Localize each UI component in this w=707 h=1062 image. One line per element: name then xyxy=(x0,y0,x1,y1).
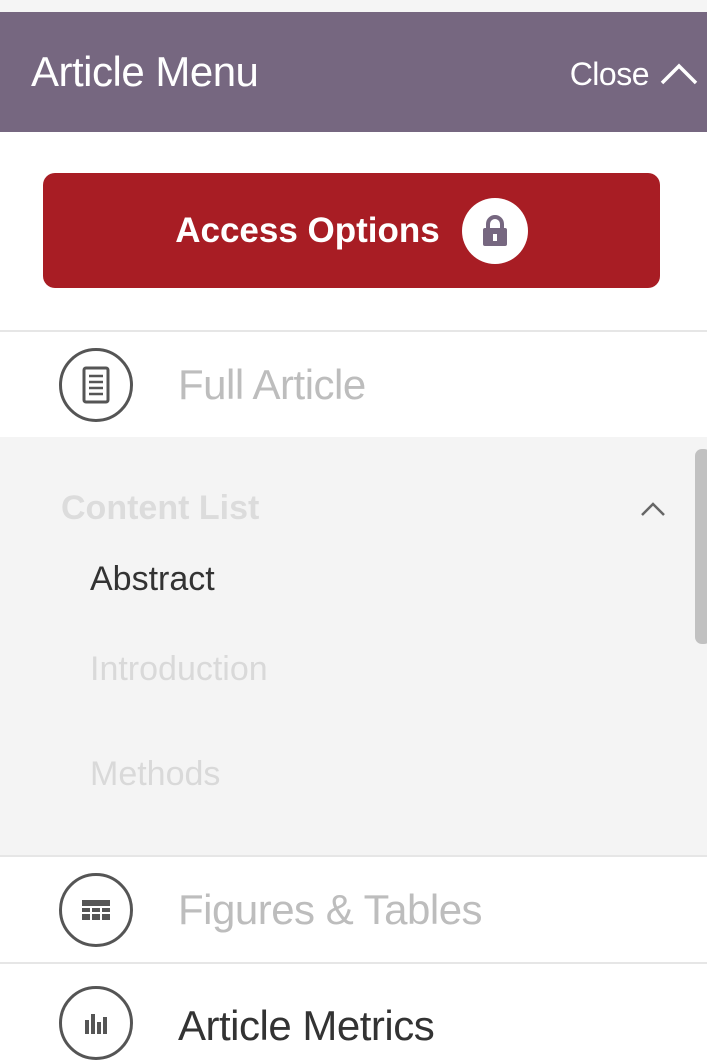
scrollbar[interactable] xyxy=(695,449,707,644)
bar-chart-icon xyxy=(59,986,133,1060)
document-icon xyxy=(59,348,133,422)
article-metrics-label: Article Metrics xyxy=(178,1002,435,1049)
article-metrics-item[interactable]: Article Metrics xyxy=(0,982,707,1062)
close-button[interactable]: Close xyxy=(570,52,699,96)
figures-tables-label: Figures & Tables xyxy=(178,886,483,933)
divider xyxy=(0,855,707,857)
full-article-item[interactable]: Full Article xyxy=(0,345,707,425)
divider xyxy=(0,330,707,332)
content-list-panel: Content List Abstract Introduction Metho… xyxy=(0,437,707,855)
table-icon xyxy=(59,873,133,947)
full-article-label: Full Article xyxy=(178,361,366,408)
content-list-title: Content List xyxy=(61,489,260,527)
header-title: Article Menu xyxy=(31,48,259,95)
content-item-methods[interactable]: Methods xyxy=(90,755,220,794)
divider xyxy=(0,962,707,964)
access-options-button[interactable]: Access Options xyxy=(43,173,660,288)
access-options-label: Access Options xyxy=(175,210,440,250)
chevron-up-icon[interactable] xyxy=(638,499,668,519)
close-label: Close xyxy=(569,55,650,92)
figures-tables-item[interactable]: Figures & Tables xyxy=(0,870,707,950)
article-menu-header: Article Menu Close xyxy=(0,12,707,132)
content-item-introduction[interactable]: Introduction xyxy=(90,650,268,689)
chevron-up-icon xyxy=(660,63,698,85)
content-item-abstract[interactable]: Abstract xyxy=(90,560,215,599)
top-strip xyxy=(0,0,707,12)
lock-icon xyxy=(461,197,528,264)
